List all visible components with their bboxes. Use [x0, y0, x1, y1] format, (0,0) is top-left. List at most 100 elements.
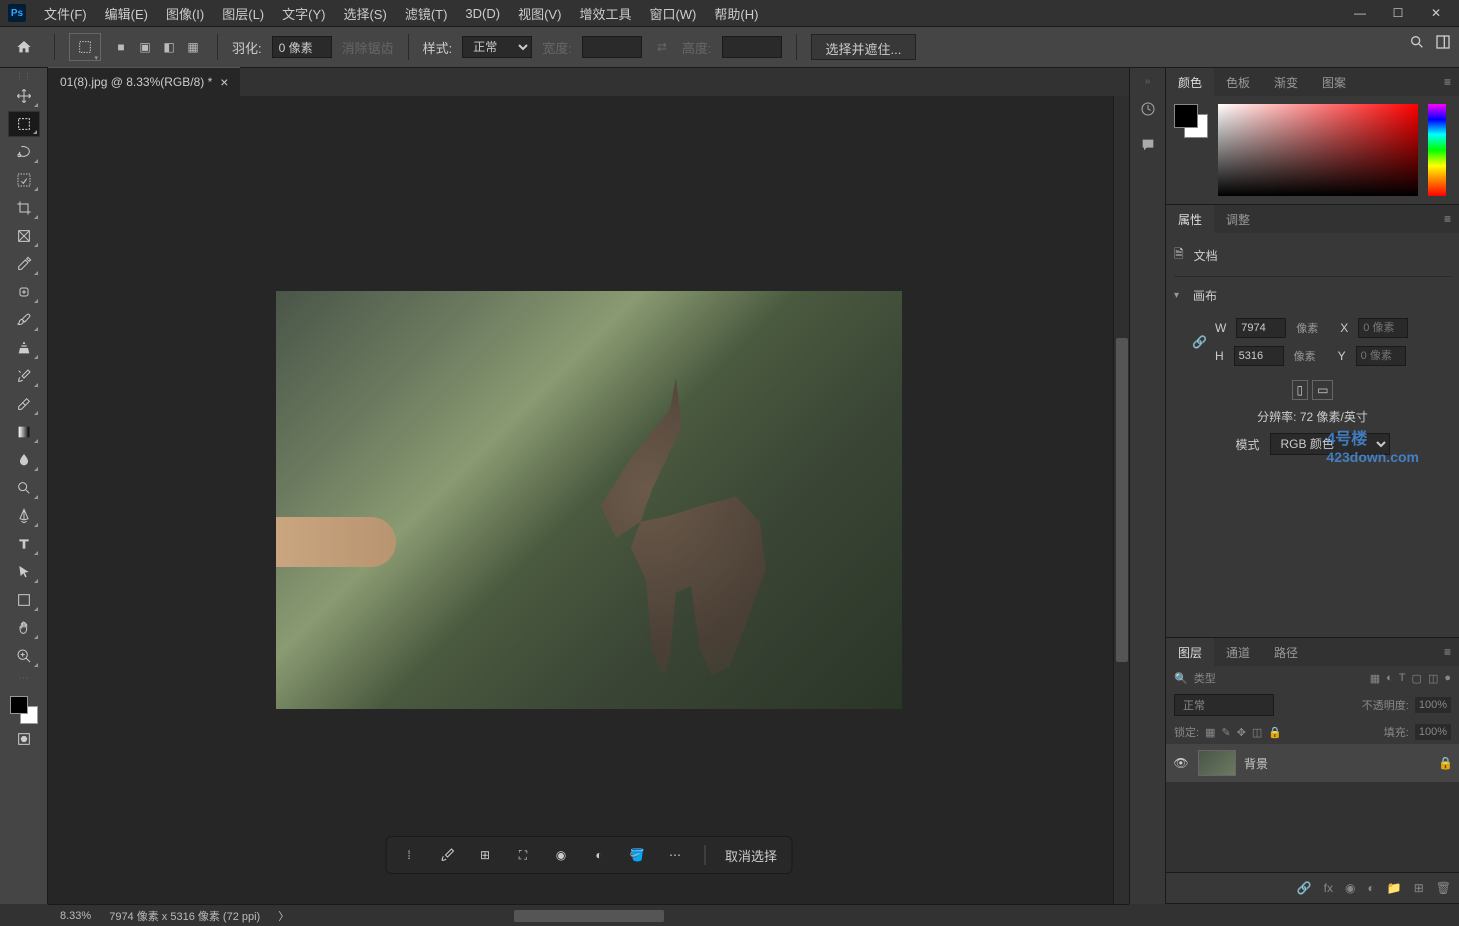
scrollbar-thumb[interactable] — [1116, 338, 1128, 661]
color-swatch[interactable] — [10, 696, 38, 724]
quick-mask-icon[interactable] — [8, 726, 40, 752]
maximize-icon[interactable]: ☐ — [1383, 3, 1413, 23]
style-select[interactable]: 正常 — [462, 36, 532, 58]
tab-channels[interactable]: 通道 — [1214, 638, 1262, 667]
close-icon[interactable]: ✕ — [1421, 3, 1451, 23]
color-swatch-pair[interactable] — [1174, 104, 1208, 138]
tab-layers[interactable]: 图层 — [1166, 638, 1214, 667]
tab-patterns[interactable]: 图案 — [1310, 68, 1358, 97]
lock-position-icon[interactable]: ✎ — [1221, 726, 1230, 739]
blur-tool[interactable] — [8, 447, 40, 473]
menu-image[interactable]: 图像(I) — [158, 0, 212, 27]
fg-color-swatch[interactable] — [1174, 104, 1198, 128]
ctx-fill-icon[interactable]: 🪣 — [628, 846, 646, 864]
filter-smart-icon[interactable]: ◫ — [1428, 672, 1438, 685]
eyedropper-tool[interactable] — [8, 251, 40, 277]
tab-paths[interactable]: 路径 — [1262, 638, 1310, 667]
hand-tool[interactable] — [8, 615, 40, 641]
filter-type-icon[interactable]: T — [1399, 672, 1406, 684]
ctx-add-icon[interactable]: ⊞ — [476, 846, 494, 864]
chevron-down-icon[interactable]: ▾ — [1174, 290, 1179, 301]
path-select-tool[interactable] — [8, 559, 40, 585]
menu-view[interactable]: 视图(V) — [510, 0, 569, 27]
opacity-value[interactable]: 100% — [1415, 697, 1451, 713]
y-input[interactable] — [1356, 346, 1406, 366]
history-panel-icon[interactable] — [1134, 95, 1162, 123]
foreground-color[interactable] — [10, 696, 28, 714]
add-selection-icon[interactable]: ▣ — [135, 37, 155, 57]
layer-lock-icon[interactable]: 🔒 — [1438, 756, 1453, 770]
toolbox-grip[interactable]: ⋮⋮ — [16, 72, 32, 81]
comments-panel-icon[interactable] — [1134, 131, 1162, 159]
ctx-grip-icon[interactable]: ⁞ — [400, 846, 418, 864]
lock-all-icon[interactable]: 🔒 — [1268, 726, 1282, 739]
layer-row[interactable]: 👁 背景 🔒 — [1166, 744, 1459, 782]
zoom-level[interactable]: 8.33% — [60, 910, 91, 922]
color-field[interactable] — [1218, 104, 1418, 196]
filter-pixel-icon[interactable]: ▦ — [1370, 672, 1380, 685]
menu-file[interactable]: 文件(F) — [36, 0, 95, 27]
deselect-button[interactable]: 取消选择 — [725, 846, 777, 865]
feather-input[interactable] — [272, 36, 332, 58]
layer-thumbnail[interactable] — [1198, 750, 1236, 776]
tab-close-icon[interactable]: × — [220, 74, 228, 90]
search-icon[interactable]: 🔍 — [1174, 672, 1188, 685]
panel-menu-icon[interactable]: ≡ — [1436, 75, 1459, 89]
edit-toolbar-icon[interactable]: ⋯ — [19, 673, 29, 684]
image-selection-marquee[interactable] — [526, 362, 826, 682]
width-input[interactable] — [1236, 318, 1286, 338]
panel-menu-icon[interactable]: ≡ — [1436, 645, 1459, 659]
vertical-scrollbar[interactable] — [1113, 96, 1129, 904]
menu-plugins[interactable]: 增效工具 — [571, 0, 639, 27]
crop-tool[interactable] — [8, 195, 40, 221]
healing-tool[interactable] — [8, 279, 40, 305]
shape-tool[interactable] — [8, 587, 40, 613]
tab-adjustments[interactable]: 调整 — [1214, 205, 1262, 234]
intersect-selection-icon[interactable]: ▦ — [183, 37, 203, 57]
pen-tool[interactable] — [8, 503, 40, 529]
adjustment-layer-icon[interactable]: ◐ — [1368, 881, 1375, 895]
layer-fx-icon[interactable]: fx — [1324, 881, 1333, 895]
ctx-transform-icon[interactable]: ⛶ — [514, 846, 532, 864]
object-select-tool[interactable] — [8, 167, 40, 193]
height-input[interactable] — [1234, 346, 1284, 366]
menu-help[interactable]: 帮助(H) — [706, 0, 766, 27]
menu-filter[interactable]: 滤镜(T) — [397, 0, 456, 27]
subtract-selection-icon[interactable]: ◧ — [159, 37, 179, 57]
eraser-tool[interactable] — [8, 391, 40, 417]
select-and-mask-button[interactable]: 选择并遮住... — [811, 34, 917, 60]
home-icon[interactable] — [8, 31, 40, 63]
tab-swatches[interactable]: 色板 — [1214, 68, 1262, 97]
marquee-tool[interactable] — [8, 111, 40, 137]
menu-select[interactable]: 选择(S) — [335, 0, 394, 27]
lasso-tool[interactable] — [8, 139, 40, 165]
x-input[interactable] — [1358, 318, 1408, 338]
canvas-viewport[interactable]: ⁞ ⊞ ⛶ ◉ ◐ 🪣 ⋯ 取消选择 — [48, 96, 1129, 904]
landscape-icon[interactable]: ▭ — [1312, 380, 1333, 400]
ctx-brush-icon[interactable] — [438, 846, 456, 864]
layer-visibility-icon[interactable]: 👁 — [1172, 754, 1190, 772]
delete-layer-icon[interactable]: 🗑 — [1436, 881, 1451, 895]
fill-value[interactable]: 100% — [1415, 724, 1451, 740]
menu-layer[interactable]: 图层(L) — [214, 0, 272, 27]
new-layer-icon[interactable]: ⊞ — [1414, 881, 1424, 895]
link-dims-icon[interactable]: 🔗 — [1192, 335, 1207, 349]
search-icon[interactable] — [1409, 34, 1425, 53]
filter-toggle-icon[interactable]: ● — [1444, 672, 1451, 684]
hue-slider[interactable] — [1428, 104, 1446, 196]
menu-type[interactable]: 文字(Y) — [274, 0, 333, 27]
ctx-more-icon[interactable]: ⋯ — [666, 846, 684, 864]
menu-3d[interactable]: 3D(D) — [457, 2, 508, 25]
frame-tool[interactable] — [8, 223, 40, 249]
new-group-icon[interactable]: 📁 — [1387, 881, 1402, 895]
horizontal-scrollbar-thumb[interactable] — [514, 910, 664, 922]
lock-move-icon[interactable]: ✥ — [1237, 726, 1246, 739]
workspace-icon[interactable] — [1435, 34, 1451, 53]
filter-shape-icon[interactable]: ▢ — [1412, 672, 1422, 685]
tab-properties[interactable]: 属性 — [1166, 205, 1214, 234]
document-tab[interactable]: 01(8).jpg @ 8.33%(RGB/8) * × — [48, 67, 240, 96]
brush-tool[interactable] — [8, 307, 40, 333]
type-tool[interactable] — [8, 531, 40, 557]
zoom-tool[interactable] — [8, 643, 40, 669]
link-layers-icon[interactable]: 🔗 — [1297, 881, 1312, 895]
